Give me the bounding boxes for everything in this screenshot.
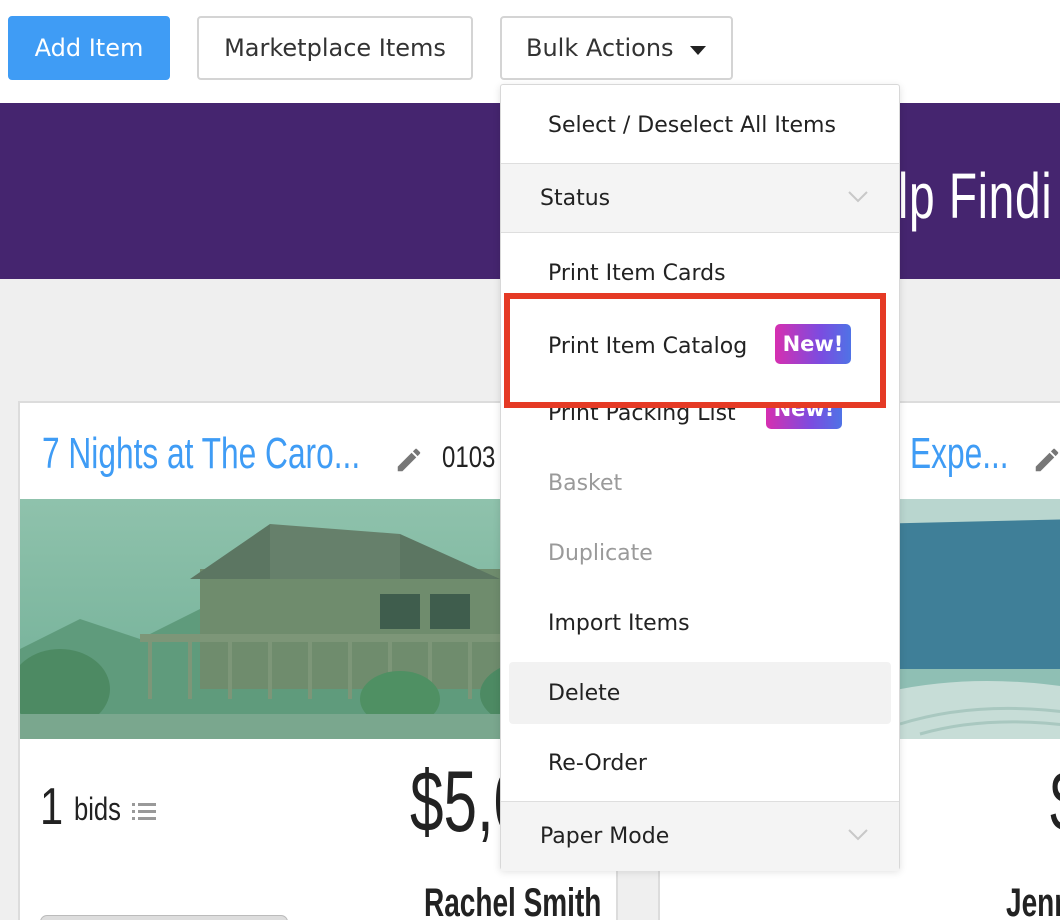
menu-item-basket[interactable]: Basket	[548, 471, 622, 496]
bulk-actions-menu: Select / Deselect All Items Status Print…	[500, 84, 900, 871]
bulk-actions-button[interactable]: Bulk Actions	[500, 16, 733, 80]
item-toggle[interactable]	[40, 915, 288, 920]
add-item-button[interactable]: Add Item	[8, 16, 170, 80]
chevron-down-icon	[848, 829, 868, 841]
paper-mode-section-label: Paper Mode	[540, 824, 670, 849]
marketplace-items-button[interactable]: Marketplace Items	[197, 16, 473, 80]
caret-down-icon	[689, 45, 706, 55]
bid-count: 1	[40, 778, 64, 836]
menu-item-reorder[interactable]: Re-Order	[548, 751, 647, 776]
pencil-icon[interactable]	[1032, 445, 1060, 475]
banner-title: lp Findi	[898, 160, 1053, 232]
item-number: 0103	[442, 441, 496, 474]
bulk-actions-label: Bulk Actions	[526, 34, 674, 62]
top-bidder-name: Jenn	[1006, 881, 1060, 920]
menu-item-select-all[interactable]: Select / Deselect All Items	[548, 113, 836, 138]
item-title-link[interactable]: Expe...	[910, 429, 1009, 479]
bids-label: bids	[74, 791, 121, 827]
menu-item-duplicate[interactable]: Duplicate	[548, 541, 653, 566]
print-item-catalog-highlight[interactable]: Print Item Catalog New!	[504, 293, 886, 408]
menu-item-print-item-catalog[interactable]: Print Item Catalog	[548, 334, 747, 359]
paper-mode-section[interactable]: Paper Mode	[501, 801, 899, 871]
status-section-label: Status	[540, 186, 611, 211]
new-badge: New!	[775, 324, 851, 364]
menu-item-delete[interactable]: Delete	[548, 681, 620, 706]
status-section[interactable]: Status	[501, 163, 899, 233]
top-bidder-name: Rachel Smith	[424, 881, 602, 920]
current-bid-price: $	[1050, 753, 1060, 852]
pencil-icon[interactable]	[394, 445, 424, 475]
menu-item-import-items[interactable]: Import Items	[548, 611, 690, 636]
menu-item-print-item-cards[interactable]: Print Item Cards	[548, 261, 726, 286]
item-title-link[interactable]: 7 Nights at The Caro...	[42, 429, 360, 479]
list-icon[interactable]	[132, 801, 156, 821]
chevron-down-icon	[848, 191, 868, 203]
